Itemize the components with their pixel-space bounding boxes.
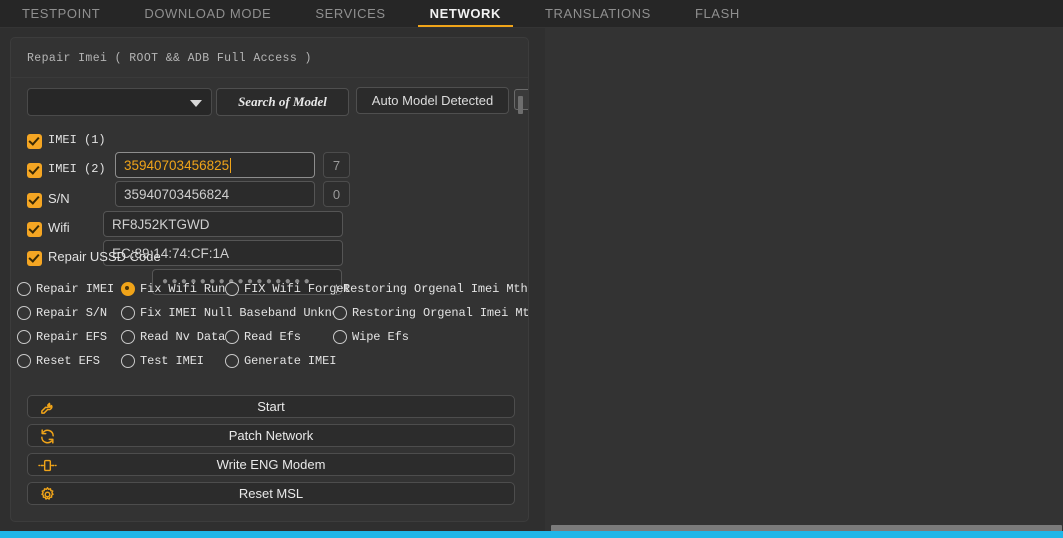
radio-repair-imei[interactable]: Repair IMEI: [17, 282, 114, 296]
radio-label: FIX Wifi Forget: [244, 282, 351, 296]
radio-dot: [333, 330, 347, 344]
radio-generate-imei[interactable]: Generate IMEI: [225, 354, 336, 368]
radio-label: Restoring Orgenal Imei Mth2: [343, 282, 527, 296]
groupbox-title: Repair Imei ( ROOT && ADB Full Access ): [27, 52, 312, 65]
sn-value: RF8J52KTGWD: [112, 216, 210, 232]
radio-reset-efs[interactable]: Reset EFS: [17, 354, 100, 368]
write-eng-modem-button[interactable]: Write ENG Modem: [27, 453, 515, 476]
radio-label: Repair IMEI: [36, 282, 115, 296]
sn-input[interactable]: RF8J52KTGWD: [103, 211, 343, 237]
radio-dot: [225, 354, 239, 368]
imei-1-value: 35940703456825: [124, 157, 230, 173]
ussd-checkbox[interactable]: [27, 251, 42, 266]
refresh-icon: [36, 425, 58, 448]
radio-dot: [225, 330, 239, 344]
write-eng-modem-button-label: Write ENG Modem: [216, 457, 326, 472]
vertical-scrollbar-thumb[interactable]: [518, 96, 523, 114]
radio-dot: [17, 282, 31, 296]
chevron-down-icon: [190, 100, 202, 107]
radio-repair-efs[interactable]: Repair EFS: [17, 330, 107, 344]
radio-label: Repair S/N: [36, 306, 108, 320]
radio-dot: [333, 306, 347, 320]
radio-label: Generate IMEI: [244, 354, 337, 368]
patch-network-button[interactable]: Patch Network: [27, 424, 515, 447]
ussd-label: Repair USSD Code: [48, 249, 161, 264]
wifi-checkbox[interactable]: [27, 222, 42, 237]
radio-label: Fix IMEI Null Baseband Unknow: [140, 306, 346, 320]
radio-label: Reset EFS: [36, 354, 100, 368]
start-button[interactable]: Start: [27, 395, 515, 418]
tab-download-mode[interactable]: DOWNLOAD MODE: [122, 0, 293, 27]
reset-msl-button[interactable]: Reset MSL: [27, 482, 515, 505]
radio-label: Fix Wifi Run: [140, 282, 226, 296]
tab-translations[interactable]: TRANSLATIONS: [523, 0, 673, 27]
radio-dot: [17, 354, 31, 368]
radio-dot-selected: [121, 282, 135, 296]
radio-label: Restoring Orgenal Imei Mth1: [352, 306, 529, 320]
radio-label: Test IMEI: [140, 354, 204, 368]
gear-icon: [36, 483, 58, 506]
radio-repair-sn[interactable]: Repair S/N: [17, 306, 107, 320]
bottom-status-strip: [0, 531, 1063, 538]
radio-wipe-efs[interactable]: Wipe Efs: [333, 330, 409, 344]
radio-label: Read Efs: [244, 330, 301, 344]
sn-checkbox[interactable]: [27, 193, 42, 208]
tab-flash[interactable]: FLASH: [673, 0, 762, 27]
start-button-label: Start: [257, 399, 285, 414]
reset-msl-button-label: Reset MSL: [238, 486, 304, 501]
radio-dot: [17, 330, 31, 344]
radio-dot: [121, 306, 135, 320]
main-tabbar: TESTPOINT DOWNLOAD MODE SERVICES NETWORK…: [0, 0, 1063, 27]
repair-imei-groupbox: Repair Imei ( ROOT && ADB Full Access ) …: [10, 37, 529, 522]
chip-icon: [36, 454, 58, 477]
imei-1-checkdigit: 7: [323, 152, 350, 178]
radio-fix-wifi-run[interactable]: Fix Wifi Run: [121, 282, 225, 296]
radio-label: Wipe Efs: [352, 330, 409, 344]
tab-services[interactable]: SERVICES: [293, 0, 407, 27]
radio-restoring-orgenal-imei-mth2[interactable]: Restoring Orgenal Imei Mth2: [336, 282, 527, 296]
imei-2-value: 35940703456824: [124, 186, 230, 202]
radio-dot: [121, 354, 135, 368]
radio-test-imei[interactable]: Test IMEI: [121, 354, 204, 368]
imei-2-input[interactable]: 35940703456824: [115, 181, 315, 207]
radio-dot: [17, 306, 31, 320]
radio-read-nv-data[interactable]: Read Nv Data: [121, 330, 225, 344]
imei-1-label: IMEI (1): [48, 133, 106, 147]
radio-fix-wifi-forget[interactable]: FIX Wifi Forget: [225, 282, 351, 296]
model-select[interactable]: [27, 88, 212, 116]
radio-dot: [121, 330, 135, 344]
log-panel: [545, 27, 1063, 531]
radio-label: Repair EFS: [36, 330, 108, 344]
app-window: TESTPOINT DOWNLOAD MODE SERVICES NETWORK…: [0, 0, 1063, 538]
wrench-icon: [36, 396, 58, 419]
radio-dot: [336, 282, 338, 296]
search-of-model-button[interactable]: Search of Model: [216, 88, 349, 116]
auto-model-detected-button[interactable]: Auto Model Detected: [356, 87, 509, 114]
tab-network[interactable]: NETWORK: [408, 0, 523, 27]
imei-2-checkbox[interactable]: [27, 163, 42, 178]
tab-testpoint[interactable]: TESTPOINT: [0, 0, 122, 27]
wifi-label: Wifi: [48, 220, 70, 235]
left-panel: Repair Imei ( ROOT && ADB Full Access ) …: [0, 27, 545, 531]
imei-1-input[interactable]: 35940703456825: [115, 152, 315, 178]
imei-2-label: IMEI (2): [48, 162, 106, 176]
radio-restoring-orgenal-imei-mth1[interactable]: Restoring Orgenal Imei Mth1: [333, 306, 529, 320]
sn-label: S/N: [48, 191, 70, 206]
groupbox-separator: [11, 77, 528, 78]
text-cursor: [230, 157, 232, 173]
radio-dot: [225, 282, 239, 296]
imei-2-checkdigit: 0: [323, 181, 350, 207]
radio-read-efs[interactable]: Read Efs: [225, 330, 301, 344]
imei-1-checkbox[interactable]: [27, 134, 42, 149]
patch-network-button-label: Patch Network: [228, 428, 314, 443]
radio-fix-imei-null-baseband-unknow[interactable]: Fix IMEI Null Baseband Unknow: [121, 306, 346, 320]
radio-label: Read Nv Data: [140, 330, 226, 344]
